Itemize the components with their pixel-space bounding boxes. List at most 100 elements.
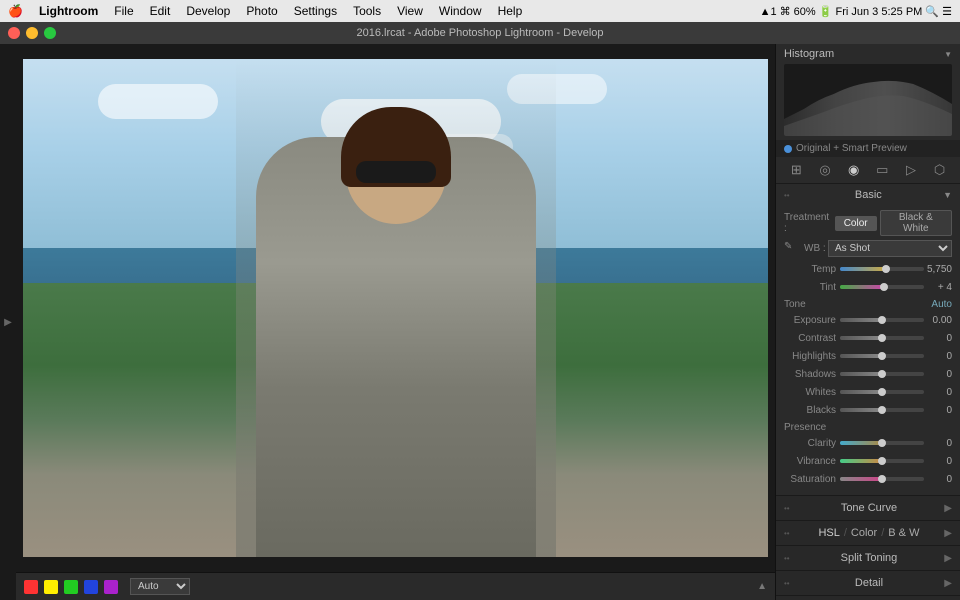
color-label-purple[interactable] bbox=[104, 580, 118, 594]
person-glasses bbox=[356, 161, 436, 183]
contrast-thumb[interactable] bbox=[878, 334, 886, 342]
basic-panel-content: Treatment : Color Black & White ✎ WB : A… bbox=[776, 206, 960, 495]
menu-file[interactable]: File bbox=[114, 4, 133, 18]
temp-slider-row: Temp 5,750 bbox=[784, 261, 952, 277]
menu-window[interactable]: Window bbox=[439, 4, 482, 18]
whites-label: Whites bbox=[784, 387, 836, 398]
shadows-slider[interactable] bbox=[840, 372, 924, 376]
crop-tool[interactable]: ⊞ bbox=[785, 161, 807, 179]
close-button[interactable] bbox=[8, 27, 20, 39]
wb-eyedropper-icon[interactable]: ✎ bbox=[784, 241, 800, 257]
color-treatment-btn[interactable]: Color bbox=[835, 216, 877, 231]
menu-photo[interactable]: Photo bbox=[246, 4, 277, 18]
hsl-link[interactable]: HSL bbox=[818, 527, 839, 539]
temp-thumb[interactable] bbox=[882, 265, 890, 273]
color-link[interactable]: Color bbox=[851, 527, 877, 539]
histogram-header: Histogram ▼ bbox=[784, 48, 952, 60]
detail-arrow: ▶ bbox=[944, 578, 952, 589]
temp-slider[interactable] bbox=[840, 267, 924, 271]
title-bar: 2016.lrcat - Adobe Photoshop Lightroom -… bbox=[0, 22, 960, 44]
highlights-value: 0 bbox=[924, 351, 952, 362]
radial-filter-tool[interactable]: ▷ bbox=[900, 161, 922, 179]
tone-curve-panel[interactable]: •• Tone Curve ▶ bbox=[776, 496, 960, 521]
menu-view[interactable]: View bbox=[397, 4, 423, 18]
smart-preview-bar: Original + Smart Preview bbox=[776, 140, 960, 157]
presence-label: Presence bbox=[784, 422, 826, 433]
vibrance-value: 0 bbox=[924, 456, 952, 467]
blacks-slider[interactable] bbox=[840, 408, 924, 412]
split-toning-panel[interactable]: •• Split Toning ▶ bbox=[776, 546, 960, 571]
window-title: 2016.lrcat - Adobe Photoshop Lightroom -… bbox=[356, 27, 603, 39]
detail-panel[interactable]: •• Detail ▶ bbox=[776, 571, 960, 596]
saturation-thumb[interactable] bbox=[878, 475, 886, 483]
clarity-thumb[interactable] bbox=[878, 439, 886, 447]
menu-edit[interactable]: Edit bbox=[150, 4, 171, 18]
whites-thumb[interactable] bbox=[878, 388, 886, 396]
menu-settings[interactable]: Settings bbox=[294, 4, 337, 18]
color-label-red[interactable] bbox=[24, 580, 38, 594]
vibrance-thumb[interactable] bbox=[878, 457, 886, 465]
vibrance-fill bbox=[840, 459, 882, 463]
histogram-collapse-icon[interactable]: ▼ bbox=[944, 50, 952, 59]
tone-subheader: Tone Auto bbox=[784, 299, 952, 310]
saturation-value: 0 bbox=[924, 474, 952, 485]
tint-thumb[interactable] bbox=[880, 283, 888, 291]
color-label-green[interactable] bbox=[64, 580, 78, 594]
left-panel-toggle[interactable]: ▶ bbox=[0, 44, 16, 600]
highlights-thumb[interactable] bbox=[878, 352, 886, 360]
color-label-yellow[interactable] bbox=[44, 580, 58, 594]
right-panel: Histogram ▼ bbox=[775, 44, 960, 600]
whites-slider[interactable] bbox=[840, 390, 924, 394]
tint-label: Tint bbox=[784, 282, 836, 293]
exposure-thumb[interactable] bbox=[878, 316, 886, 324]
basic-panel-title: Basic bbox=[855, 189, 882, 201]
clarity-slider[interactable] bbox=[840, 441, 924, 445]
wb-select[interactable]: As Shot Auto Daylight Cloudy Custom bbox=[828, 240, 952, 257]
bw-link[interactable]: B & W bbox=[888, 527, 919, 539]
split-toning-label: Split Toning bbox=[841, 552, 898, 564]
filmstrip-toggle[interactable]: ▲ bbox=[757, 581, 767, 592]
tint-slider[interactable] bbox=[840, 285, 924, 289]
menu-tools[interactable]: Tools bbox=[353, 4, 381, 18]
exposure-fill bbox=[840, 318, 882, 322]
tone-curve-arrow: ▶ bbox=[944, 503, 952, 514]
shadows-thumb[interactable] bbox=[878, 370, 886, 378]
grid-select[interactable]: Auto Always Never bbox=[130, 578, 190, 595]
basic-panel-section: •• Basic ▼ Treatment : Color Black & Whi… bbox=[776, 184, 960, 496]
split-toning-arrow: ▶ bbox=[944, 553, 952, 564]
contrast-slider[interactable] bbox=[840, 336, 924, 340]
graduated-filter-tool[interactable]: ▭ bbox=[871, 161, 893, 179]
hsl-panel[interactable]: •• HSL / Color / B & W ▶ bbox=[776, 521, 960, 546]
shadows-value: 0 bbox=[924, 369, 952, 380]
contrast-value: 0 bbox=[924, 333, 952, 344]
clarity-value: 0 bbox=[924, 438, 952, 449]
main-layout: ▶ bbox=[0, 44, 960, 600]
exposure-slider[interactable] bbox=[840, 318, 924, 322]
shadows-slider-row: Shadows 0 bbox=[784, 366, 952, 382]
vibrance-slider[interactable] bbox=[840, 459, 924, 463]
blacks-thumb[interactable] bbox=[878, 406, 886, 414]
whites-fill bbox=[840, 390, 882, 394]
whites-slider-row: Whites 0 bbox=[784, 384, 952, 400]
minimize-button[interactable] bbox=[26, 27, 38, 39]
red-eye-tool[interactable]: ◉ bbox=[843, 161, 865, 179]
spot-removal-tool[interactable]: ◎ bbox=[814, 161, 836, 179]
saturation-slider[interactable] bbox=[840, 477, 924, 481]
bw-treatment-btn[interactable]: Black & White bbox=[880, 210, 952, 236]
lens-corrections-panel[interactable]: •• Lens Corrections ▶ bbox=[776, 596, 960, 600]
clarity-fill bbox=[840, 441, 882, 445]
basic-panel-header[interactable]: •• Basic ▼ bbox=[776, 184, 960, 206]
menu-lightroom[interactable]: Lightroom bbox=[39, 4, 98, 18]
adjustment-brush-tool[interactable]: ⬡ bbox=[929, 161, 951, 179]
menu-help[interactable]: Help bbox=[498, 4, 523, 18]
whites-value: 0 bbox=[924, 387, 952, 398]
maximize-button[interactable] bbox=[44, 27, 56, 39]
tone-auto-btn[interactable]: Auto bbox=[931, 299, 952, 310]
highlights-slider[interactable] bbox=[840, 354, 924, 358]
treatment-row: Treatment : Color Black & White bbox=[784, 210, 952, 236]
apple-menu[interactable]: 🍎 bbox=[8, 4, 23, 18]
menu-develop[interactable]: Develop bbox=[186, 4, 230, 18]
traffic-lights[interactable] bbox=[8, 27, 56, 39]
temp-value: 5,750 bbox=[924, 264, 952, 275]
color-label-blue[interactable] bbox=[84, 580, 98, 594]
